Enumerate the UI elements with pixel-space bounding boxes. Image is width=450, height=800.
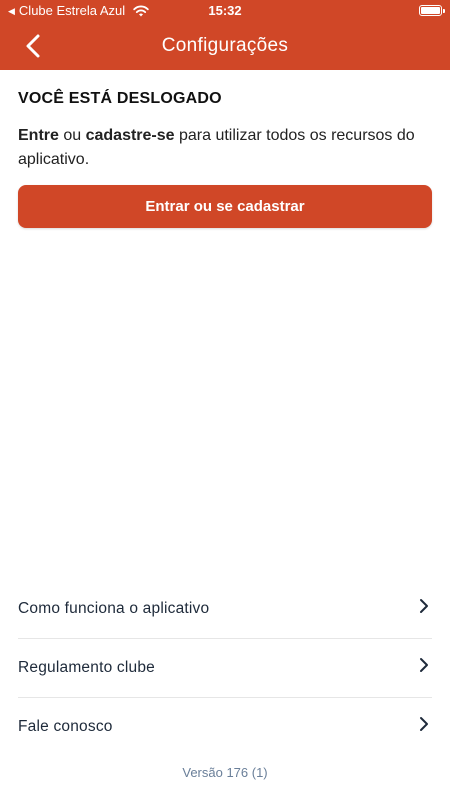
chevron-right-icon xyxy=(420,717,428,731)
or-text: ou xyxy=(58,127,86,144)
menu-item-label: Fale conosco xyxy=(18,718,113,735)
menu-item-label: Como funciona o aplicativo xyxy=(18,600,210,617)
menu-item-club-rules[interactable]: Regulamento clube xyxy=(18,639,432,698)
logged-out-section: VOCÊ ESTÁ DESLOGADO Entre ou cadastre-se… xyxy=(18,90,432,172)
app-version: Versão 176 (1) xyxy=(182,765,268,780)
menu-item-how-it-works[interactable]: Como funciona o aplicativo xyxy=(18,580,432,639)
enter-text: Entre xyxy=(18,127,59,144)
settings-menu: Como funciona o aplicativo Regulamento c… xyxy=(18,580,432,757)
status-bar: ◀ Clube Estrela Azul 15:32 xyxy=(0,0,450,22)
menu-item-label: Regulamento clube xyxy=(18,659,155,676)
logged-out-description: Entre ou cadastre-se para utilizar todos… xyxy=(18,124,432,172)
register-text: cadastre-se xyxy=(85,127,175,144)
status-time: 15:32 xyxy=(208,3,242,18)
chevron-right-icon xyxy=(420,599,428,613)
page-title: Configurações xyxy=(161,35,289,56)
nav-bar: Configurações xyxy=(0,22,450,70)
chevron-right-icon xyxy=(420,658,428,672)
battery-icon xyxy=(419,5,445,16)
logged-out-heading: VOCÊ ESTÁ DESLOGADO xyxy=(18,90,222,107)
menu-item-contact-us[interactable]: Fale conosco xyxy=(18,698,432,757)
login-register-button[interactable]: Entrar ou se cadastrar xyxy=(18,185,432,228)
